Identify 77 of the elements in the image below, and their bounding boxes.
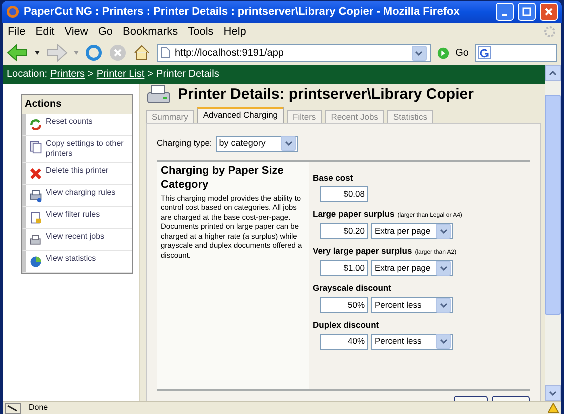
cross-icon [29, 167, 43, 181]
go-button[interactable]: Go [456, 46, 469, 60]
menu-item[interactable]: Go [98, 24, 114, 40]
dropdown-caret-icon[interactable] [436, 224, 451, 239]
mode-select[interactable]: Extra per page [371, 223, 453, 240]
action-link[interactable]: View statistics [22, 251, 132, 273]
action-link[interactable]: View filter rules [22, 207, 132, 229]
field-label: Large paper surplus [313, 208, 395, 221]
tab[interactable]: Advanced Charging [197, 106, 284, 122]
amount-field[interactable]: $1.00 [320, 260, 368, 276]
actions-title: Actions [22, 95, 132, 114]
scroll-thumb[interactable] [545, 95, 561, 315]
amount-field[interactable]: 40% [320, 334, 368, 350]
status-text: Done [29, 402, 50, 414]
action-link[interactable]: View recent jobs [22, 229, 132, 251]
throbber-icon [544, 26, 556, 38]
breadcrumb-text: Printer Details [156, 68, 220, 82]
breadcrumb-link[interactable]: Printers [50, 67, 86, 82]
page-title: Printer Details: printserver\Library Copier [178, 85, 474, 105]
field-label: Very large paper surplus [313, 245, 412, 258]
menu-item[interactable]: Bookmarks [123, 24, 178, 40]
charging-type-label: Charging type: [157, 137, 212, 150]
warning-icon [548, 403, 559, 413]
mode-select[interactable]: Extra per page [371, 260, 453, 276]
field-label: Grayscale discount [313, 282, 392, 295]
dropdown-caret-icon[interactable] [436, 334, 451, 350]
search-field[interactable] [475, 44, 557, 62]
back-arrow-icon[interactable] [7, 44, 29, 62]
action-link[interactable]: Reset counts [22, 114, 132, 136]
printer-icon [146, 84, 172, 106]
document-icon [29, 140, 43, 154]
close-icon[interactable] [540, 3, 558, 21]
minimize-icon[interactable] [496, 3, 514, 21]
breadcrumb-separator: > [88, 68, 94, 82]
action-link[interactable]: Delete this printer [22, 163, 132, 185]
menu-item[interactable]: Tools [188, 24, 214, 40]
window-title: PaperCut NG : Printers : Printer Details : printserver\Library Copier - Mozilla Firefox [24, 4, 461, 20]
breadcrumb-link[interactable]: Printer List [96, 67, 145, 82]
dropdown-caret-icon[interactable] [436, 298, 451, 312]
maximize-icon[interactable] [518, 3, 536, 21]
dropdown-caret-icon[interactable] [281, 136, 296, 151]
amount-field[interactable]: $0.08 [320, 186, 368, 202]
page-icon [161, 47, 171, 59]
description-title: Charging by Paper Size Category [161, 164, 285, 192]
url-text: http://localhost:9191/app [175, 46, 285, 60]
action-link[interactable]: Copy settings to other printers [22, 136, 132, 163]
charging-type-select[interactable]: by category [216, 136, 298, 152]
action-link[interactable]: View charging rules [22, 185, 132, 207]
menu-item[interactable]: Edit [36, 24, 55, 40]
dropdown-arrow-icon[interactable] [35, 51, 40, 55]
dropdown-caret-icon[interactable] [436, 260, 451, 276]
mode-select[interactable]: Percent less [371, 297, 453, 313]
mode-select[interactable]: Percent less [371, 334, 453, 350]
dropdown-caret-icon[interactable] [412, 46, 427, 60]
chevron-up-icon [549, 70, 557, 76]
home-icon[interactable] [133, 44, 151, 62]
chevron-down-icon [549, 390, 557, 396]
search-engine-icon [478, 46, 492, 60]
menu-item[interactable]: View [64, 24, 88, 40]
scrollbar[interactable] [545, 65, 561, 401]
menu-item[interactable]: Help [224, 24, 246, 40]
field-label: Base cost [313, 172, 354, 184]
breadcrumb-separator: > [148, 68, 154, 82]
scroll-down-button[interactable] [545, 385, 561, 401]
amount-field[interactable]: $0.20 [320, 223, 368, 240]
arrows-icon [29, 118, 43, 132]
reload-icon[interactable] [85, 44, 103, 62]
printer-icon [29, 189, 43, 203]
scroll-up-button[interactable] [545, 65, 561, 81]
pie-chart-icon [29, 255, 43, 269]
amount-field[interactable]: 50% [320, 297, 368, 313]
globe-icon [6, 5, 20, 19]
menu-item[interactable]: File [8, 24, 26, 40]
location-label: Location: [7, 68, 48, 82]
printer-icon [29, 233, 43, 247]
address-field[interactable]: http://localhost:9191/app [157, 44, 431, 62]
field-label: Duplex discount [313, 319, 380, 332]
